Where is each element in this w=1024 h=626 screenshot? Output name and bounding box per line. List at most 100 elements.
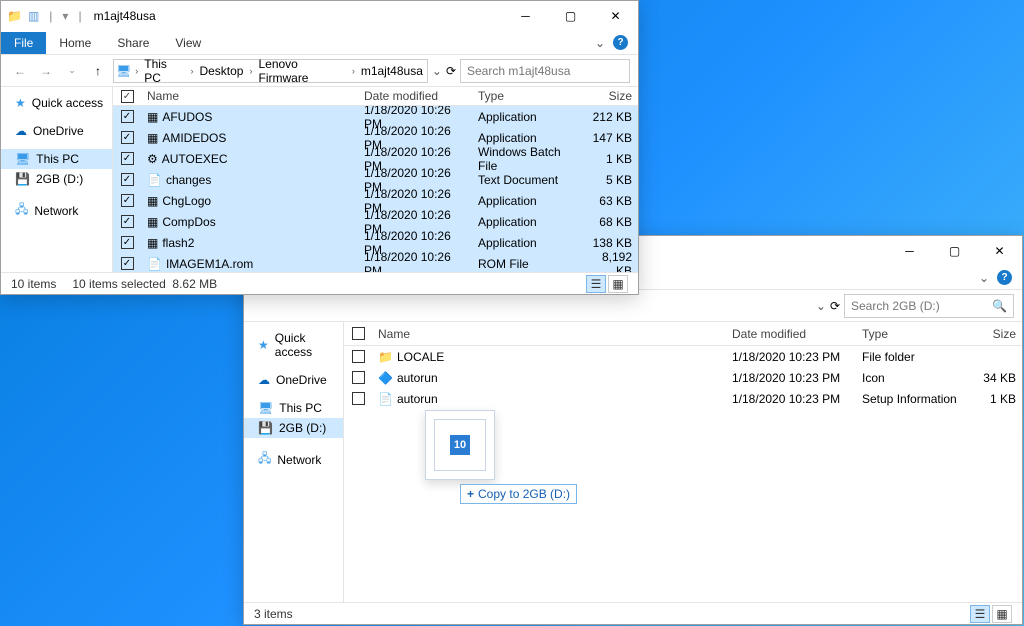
file-icon: 📄 <box>378 392 393 406</box>
breadcrumb-seg[interactable]: Desktop <box>197 64 245 78</box>
select-all-checkbox[interactable]: ✓ <box>121 90 134 103</box>
table-row[interactable]: 📄autorun1/18/2020 10:23 PMSetup Informat… <box>344 388 1022 409</box>
nav-usb-drive[interactable]: 💾2GB (D:) <box>244 418 343 438</box>
chevron-down-icon[interactable]: ⌄ <box>979 271 989 285</box>
details-view-button[interactable]: ☰ <box>586 275 606 293</box>
row-checkbox[interactable]: ✓ <box>121 173 134 186</box>
help-icon[interactable]: ? <box>613 35 628 50</box>
col-name[interactable]: Name <box>372 327 726 341</box>
row-checkbox[interactable]: ✓ <box>121 236 134 249</box>
tab-file[interactable]: File <box>1 32 46 54</box>
file-name: ▦flash2 <box>141 236 358 250</box>
breadcrumb-seg[interactable]: This PC <box>142 57 186 85</box>
qat-dropdown-icon[interactable]: ▾ <box>62 9 68 23</box>
refresh-icon[interactable]: ⟳ <box>830 299 840 313</box>
file-icon: ▦ <box>147 194 158 208</box>
file-name: 📄autorun <box>372 392 726 406</box>
qat-properties-icon[interactable]: ▥ <box>28 9 39 23</box>
navigation-pane: ★Quick access ☁OneDrive 🖥This PC 💾2GB (D… <box>1 87 113 272</box>
col-size[interactable]: Size <box>582 89 638 103</box>
file-size: 138 KB <box>582 236 638 250</box>
tab-view[interactable]: View <box>162 32 214 54</box>
nav-onedrive[interactable]: ☁OneDrive <box>244 370 343 390</box>
row-checkbox[interactable]: ✓ <box>121 215 134 228</box>
table-row[interactable]: 🔷autorun1/18/2020 10:23 PMIcon34 KB <box>344 367 1022 388</box>
help-icon[interactable]: ? <box>997 270 1012 285</box>
col-type[interactable]: Type <box>472 89 582 103</box>
details-view-button[interactable]: ☰ <box>970 605 990 623</box>
file-type: Application <box>472 194 582 208</box>
file-name: ▦AMIDEDOS <box>141 131 358 145</box>
item-count: 3 items <box>254 607 293 621</box>
table-row[interactable]: 📁LOCALE1/18/2020 10:23 PMFile folder <box>344 346 1022 367</box>
nav-network[interactable]: 🖧Network <box>1 197 112 224</box>
file-type: Text Document <box>472 173 582 187</box>
col-type[interactable]: Type <box>856 327 966 341</box>
back-button[interactable]: ← <box>9 60 31 82</box>
col-name[interactable]: Name <box>141 89 358 103</box>
icons-view-button[interactable]: ▦ <box>608 275 628 293</box>
nav-onedrive[interactable]: ☁OneDrive <box>1 121 112 141</box>
search-input[interactable]: Search 2GB (D:)🔍 <box>844 294 1014 318</box>
status-bar: 3 items ☰ ▦ <box>244 602 1022 624</box>
row-checkbox[interactable]: ✓ <box>121 110 134 123</box>
col-date[interactable]: Date modified <box>726 327 856 341</box>
tab-share[interactable]: Share <box>104 32 162 54</box>
row-checkbox[interactable]: ✓ <box>121 257 134 270</box>
file-date: 1/18/2020 10:23 PM <box>726 350 856 364</box>
breadcrumb-seg[interactable]: Lenovo Firmware <box>256 57 347 85</box>
file-name: ▦CompDos <box>141 215 358 229</box>
maximize-button[interactable]: ▢ <box>932 236 977 266</box>
nav-usb-drive[interactable]: 💾2GB (D:) <box>1 169 112 189</box>
file-icon: ▦ <box>147 215 158 229</box>
file-icon: 📁 <box>378 350 393 364</box>
file-size: 68 KB <box>582 215 638 229</box>
row-checkbox[interactable]: ✓ <box>121 131 134 144</box>
file-size: 63 KB <box>582 194 638 208</box>
file-size: 147 KB <box>582 131 638 145</box>
nav-quickaccess[interactable]: ★Quick access <box>1 93 112 113</box>
search-input[interactable]: Search m1ajt48usa <box>460 59 630 83</box>
file-type: Application <box>472 110 582 124</box>
file-icon: 📄 <box>147 173 162 187</box>
drag-preview: 10 <box>425 410 495 480</box>
maximize-button[interactable]: ▢ <box>548 1 593 31</box>
icons-view-button[interactable]: ▦ <box>992 605 1012 623</box>
minimize-button[interactable]: ─ <box>887 236 932 266</box>
row-checkbox[interactable]: ✓ <box>121 152 134 165</box>
up-button[interactable]: ↑ <box>87 60 109 82</box>
nav-thispc[interactable]: 🖥This PC <box>1 149 112 169</box>
chevron-down-icon[interactable]: ⌄ <box>816 299 826 313</box>
col-size[interactable]: Size <box>966 327 1022 341</box>
file-type: Setup Information <box>856 392 966 406</box>
chevron-down-icon[interactable]: ⌄ <box>432 64 442 78</box>
close-button[interactable]: ✕ <box>977 236 1022 266</box>
close-button[interactable]: ✕ <box>593 1 638 31</box>
col-date[interactable]: Date modified <box>358 89 472 103</box>
row-checkbox[interactable] <box>352 371 365 384</box>
file-list: ✓ Name Date modified Type Size ✓▦AFUDOS1… <box>113 87 638 272</box>
file-name: ⚙AUTOEXEC <box>141 152 358 166</box>
file-icon: ▦ <box>147 110 158 124</box>
row-checkbox[interactable]: ✓ <box>121 194 134 207</box>
file-type: Application <box>472 236 582 250</box>
nav-thispc[interactable]: 🖥This PC <box>244 398 343 418</box>
refresh-icon[interactable]: ⟳ <box>446 64 456 78</box>
minimize-button[interactable]: ─ <box>503 1 548 31</box>
table-row[interactable]: ✓📄IMAGEM1A.rom1/18/2020 10:26 PMROM File… <box>113 253 638 272</box>
nav-quickaccess[interactable]: ★Quick access <box>244 328 343 362</box>
recent-button[interactable]: ⌄ <box>61 60 83 82</box>
tab-home[interactable]: Home <box>46 32 104 54</box>
forward-button[interactable]: → <box>35 60 57 82</box>
file-date: 1/18/2020 10:26 PM <box>358 271 472 272</box>
file-date: 1/18/2020 10:26 PM <box>358 250 472 272</box>
row-checkbox[interactable] <box>352 350 365 363</box>
file-icon: ▦ <box>147 236 158 250</box>
nav-network[interactable]: 🖧Network <box>244 446 343 473</box>
navigation-pane: ★Quick access ☁OneDrive 🖥This PC 💾2GB (D… <box>244 322 344 602</box>
select-all-checkbox[interactable] <box>352 327 365 340</box>
row-checkbox[interactable] <box>352 392 365 405</box>
chevron-down-icon[interactable]: ⌄ <box>595 36 605 50</box>
breadcrumb-seg[interactable]: m1ajt48usa <box>359 64 425 78</box>
breadcrumb[interactable]: 🖥› This PC› Desktop› Lenovo Firmware› m1… <box>113 59 428 83</box>
